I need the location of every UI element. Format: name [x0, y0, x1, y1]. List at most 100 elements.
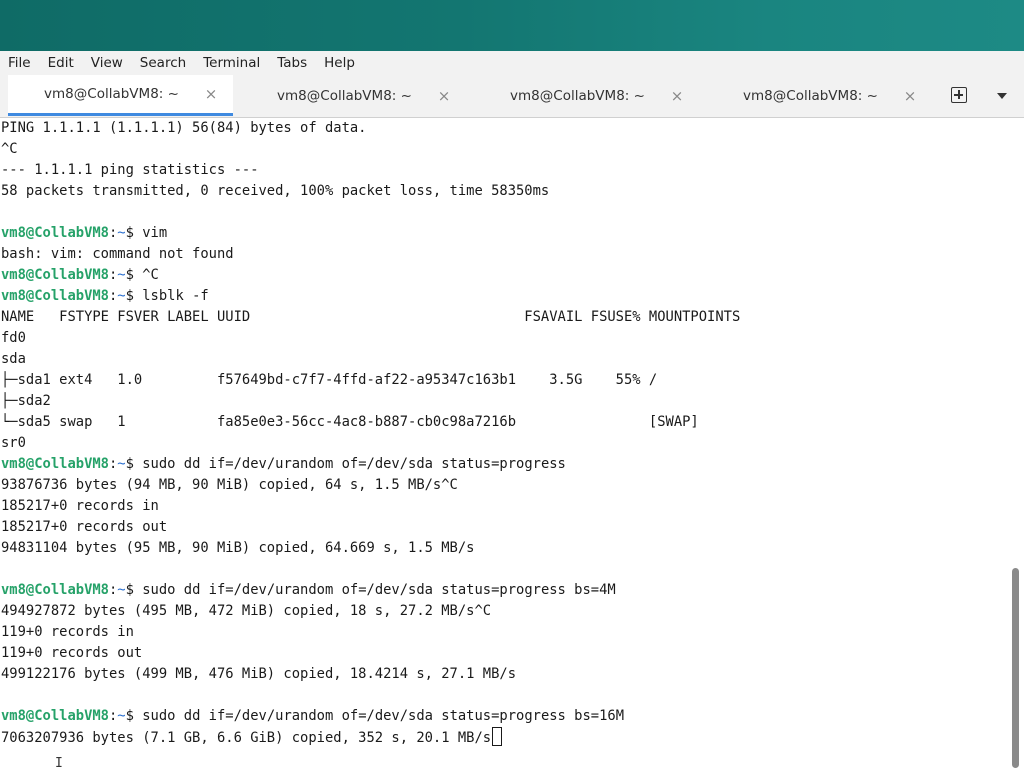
menu-terminal[interactable]: Terminal [195, 55, 269, 71]
tab-bar: vm8@CollabVM8: ~ × vm8@CollabVM8: ~ × vm… [0, 75, 1024, 118]
tab-3[interactable]: vm8@CollabVM8: ~ × [474, 75, 699, 116]
output-text: 494927872 bytes (495 MB, 472 MiB) copied… [1, 603, 492, 619]
output-line: 119+0 records out [1, 643, 142, 664]
menu-help[interactable]: Help [316, 55, 364, 71]
prompt-user: vm8@CollabVM8 [1, 708, 109, 724]
close-icon[interactable]: × [436, 87, 452, 105]
command-text: sudo dd if=/dev/urandom of=/dev/sda stat… [142, 456, 566, 472]
menu-view[interactable]: View [83, 55, 132, 71]
close-icon[interactable]: × [902, 87, 918, 105]
output-line: ├─sda2 [1, 391, 51, 412]
scrollbar-thumb[interactable] [1012, 568, 1019, 768]
output-text: 93876736 bytes (94 MB, 90 MiB) copied, 6… [1, 477, 458, 493]
terminal-cursor [492, 727, 503, 746]
output-text: --- 1.1.1.1 ping statistics --- [1, 162, 259, 178]
output-text: 185217+0 records in [1, 498, 159, 514]
prompt-sigil: $ [125, 456, 143, 472]
tab-label: vm8@CollabVM8: ~ [743, 87, 878, 104]
command-line: vm8@CollabVM8:~$ ^C [1, 265, 159, 286]
output-line: 93876736 bytes (94 MB, 90 MiB) copied, 6… [1, 475, 458, 496]
prompt-path: ~ [117, 708, 126, 724]
prompt-path: ~ [117, 225, 126, 241]
output-line: ├─sda1 ext4 1.0 f57649bd-c7f7-4ffd-af22-… [1, 370, 657, 391]
command-line: vm8@CollabVM8:~$ lsblk -f [1, 286, 209, 307]
output-text: └─sda5 swap 1 fa85e0e3-56cc-4ac8-b887-cb… [1, 414, 699, 430]
menu-edit[interactable]: Edit [40, 55, 83, 71]
output-line: 494927872 bytes (495 MB, 472 MiB) copied… [1, 601, 491, 622]
output-text: PING 1.1.1.1 (1.1.1.1) 56(84) bytes of d… [1, 120, 367, 136]
output-text: sr0 [1, 435, 26, 451]
output-line: NAME FSTYPE FSVER LABEL UUID FSAVAIL FSU… [1, 307, 740, 328]
tab-2[interactable]: vm8@CollabVM8: ~ × [241, 75, 466, 116]
prompt-sigil: $ [125, 708, 143, 724]
output-line: fd0 [1, 328, 26, 349]
output-text: 94831104 bytes (95 MB, 90 MiB) copied, 6… [1, 540, 475, 556]
output-text: 7063207936 bytes (7.1 GB, 6.6 GiB) copie… [1, 730, 492, 746]
menu-tabs[interactable]: Tabs [269, 55, 316, 71]
output-text: 185217+0 records out [1, 519, 168, 535]
tab-4[interactable]: vm8@CollabVM8: ~ × [707, 75, 932, 116]
command-text: sudo dd if=/dev/urandom of=/dev/sda stat… [142, 708, 625, 724]
prompt-user: vm8@CollabVM8 [1, 225, 109, 241]
output-text: sda [1, 351, 26, 367]
output-line: 499122176 bytes (499 MB, 476 MiB) copied… [1, 664, 516, 685]
terminal-output[interactable]: PING 1.1.1.1 (1.1.1.1) 56(84) bytes of d… [0, 118, 1008, 768]
output-line: sr0 [1, 433, 26, 454]
prompt-sigil: $ [125, 225, 143, 241]
output-line: 119+0 records in [1, 622, 134, 643]
command-text: sudo dd if=/dev/urandom of=/dev/sda stat… [142, 582, 616, 598]
output-line: ^C [1, 139, 18, 160]
menu-search[interactable]: Search [132, 55, 195, 71]
prompt-path: ~ [117, 267, 126, 283]
tab-label: vm8@CollabVM8: ~ [44, 86, 179, 102]
menu-file[interactable]: File [0, 55, 40, 71]
scrollbar[interactable] [1008, 118, 1024, 768]
tab-1[interactable]: vm8@CollabVM8: ~ × [8, 75, 233, 116]
output-text: 499122176 bytes (499 MB, 476 MiB) copied… [1, 666, 516, 682]
prompt-user: vm8@CollabVM8 [1, 582, 109, 598]
output-text: ├─sda2 [1, 393, 51, 409]
menu-bar: File Edit View Search Terminal Tabs Help [0, 51, 1024, 75]
prompt-user: vm8@CollabVM8 [1, 288, 109, 304]
text-cursor-icon: I [55, 756, 63, 771]
output-line: 7063207936 bytes (7.1 GB, 6.6 GiB) copie… [1, 727, 503, 748]
command-text: vim [142, 225, 168, 241]
command-line: vm8@CollabVM8:~$ sudo dd if=/dev/urandom… [1, 454, 566, 475]
output-line: └─sda5 swap 1 fa85e0e3-56cc-4ac8-b887-cb… [1, 412, 699, 433]
output-line: 185217+0 records out [1, 517, 167, 538]
output-text: ├─sda1 ext4 1.0 f57649bd-c7f7-4ffd-af22-… [1, 372, 658, 388]
output-text: bash: vim: command not found [1, 246, 234, 262]
command-line: vm8@CollabVM8:~$ vim [1, 223, 167, 244]
prompt-path: ~ [117, 582, 126, 598]
output-text: 119+0 records out [1, 645, 143, 661]
output-text: ^C [1, 141, 18, 157]
output-line: sda [1, 349, 26, 370]
output-text: 119+0 records in [1, 624, 134, 640]
close-icon[interactable]: × [203, 85, 219, 103]
output-text: 58 packets transmitted, 0 received, 100%… [1, 183, 550, 199]
close-icon[interactable]: × [669, 87, 685, 105]
window-titlebar[interactable] [0, 0, 1024, 51]
command-line: vm8@CollabVM8:~$ sudo dd if=/dev/urandom… [1, 706, 624, 727]
output-line: 185217+0 records in [1, 496, 159, 517]
prompt-user: vm8@CollabVM8 [1, 456, 109, 472]
new-tab-icon[interactable] [951, 87, 967, 103]
tab-label: vm8@CollabVM8: ~ [277, 87, 412, 104]
output-text: NAME FSTYPE FSVER LABEL UUID FSAVAIL FSU… [1, 309, 741, 325]
prompt-sigil: $ [125, 267, 143, 283]
command-line: vm8@CollabVM8:~$ sudo dd if=/dev/urandom… [1, 580, 616, 601]
command-text: lsblk -f [142, 288, 209, 304]
command-text: ^C [142, 267, 159, 283]
output-line: PING 1.1.1.1 (1.1.1.1) 56(84) bytes of d… [1, 118, 366, 139]
output-line: 94831104 bytes (95 MB, 90 MiB) copied, 6… [1, 538, 474, 559]
prompt-path: ~ [117, 288, 126, 304]
chevron-down-icon[interactable] [997, 93, 1007, 99]
output-line: bash: vim: command not found [1, 244, 234, 265]
output-text: fd0 [1, 330, 26, 346]
output-line: 58 packets transmitted, 0 received, 100%… [1, 181, 549, 202]
tab-label: vm8@CollabVM8: ~ [510, 87, 645, 104]
output-line: --- 1.1.1.1 ping statistics --- [1, 160, 259, 181]
prompt-user: vm8@CollabVM8 [1, 267, 109, 283]
prompt-sigil: $ [125, 288, 143, 304]
prompt-sigil: $ [125, 582, 143, 598]
